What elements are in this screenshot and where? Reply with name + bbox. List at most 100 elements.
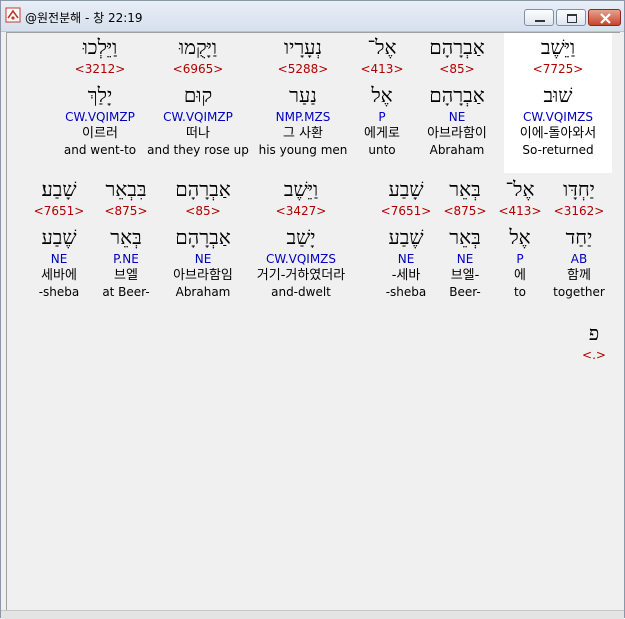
- word-cell[interactable]: נְעָרָיו <5288> נַעַר NMP.MZS 그 사환 his y…: [255, 33, 351, 158]
- title-bar[interactable]: @원전분해 - 창 22:19: [1, 1, 624, 32]
- parsing-code: NE: [397, 252, 415, 266]
- hebrew-word: בִּבְאֵר: [105, 177, 147, 201]
- parsing-code: CW.VQIMZS: [265, 252, 337, 266]
- word-cell[interactable]: וַיֵּשֶׁב <3427> יָשַׁב CW.VQIMZS 거기-거하였…: [229, 175, 373, 300]
- english-gloss: to: [513, 285, 527, 299]
- english-gloss: Beer-: [449, 285, 481, 299]
- strong-number[interactable]: <3212>: [57, 61, 143, 77]
- hebrew-word: נְעָרָיו: [283, 35, 322, 59]
- parsing-code: NMP.MZS: [275, 110, 331, 124]
- parsing-code: CW.VQIMZP: [65, 110, 135, 124]
- hebrew-word: וַיֵּלְכוּ: [82, 35, 118, 59]
- parsing-code: NE: [50, 252, 68, 266]
- lemma: אֶל: [509, 225, 531, 249]
- korean-gloss: 함께: [567, 268, 591, 283]
- lemma: אַבְרָהָם: [429, 83, 485, 107]
- parsing-code: P: [378, 110, 386, 124]
- parsing-code: AB: [570, 252, 588, 266]
- strong-number[interactable]: <3162>: [547, 203, 611, 219]
- lemma: קוּם: [183, 83, 213, 107]
- hebrew-word: וַיָּקֻמוּ: [178, 35, 218, 59]
- parsing-code: NE: [194, 252, 212, 266]
- hebrew-word: אֶל־: [367, 35, 397, 59]
- hebrew-word: פ: [588, 321, 600, 345]
- word-cell[interactable]: אֶל־ <413> אֶל P 에게로 unto: [357, 33, 407, 158]
- strong-number[interactable]: <875>: [93, 203, 159, 219]
- word-cell[interactable]: וַיֵּשֶׁב <7725> שׁוּב CW.VQIMZS 이에-돌아와서…: [504, 33, 612, 173]
- hebrew-word: וַיֵּשֶׁב: [283, 177, 319, 201]
- hebrew-word: שָׁבַע׃: [41, 177, 77, 201]
- english-gloss: his young men: [258, 143, 348, 157]
- parsing-code: CW.VQIMZP: [163, 110, 233, 124]
- hebrew-word: יַחְדָּו: [563, 177, 595, 201]
- strong-number[interactable]: <.>: [577, 347, 611, 363]
- strong-number[interactable]: <7651>: [377, 203, 435, 219]
- english-gloss: and-dwelt: [271, 285, 331, 299]
- hebrew-word: בְּאֵר: [449, 177, 481, 201]
- hebrew-word: אַבְרָהָם: [175, 177, 231, 201]
- korean-gloss: 에게로: [364, 126, 400, 141]
- parsing-code: CW.VQIMZS: [522, 110, 594, 124]
- word-cell[interactable]: אַבְרָהָם <85> אַבְרָהָם NE 아브라함이 Abraha…: [417, 33, 497, 158]
- strong-number[interactable]: <7725>: [504, 61, 612, 77]
- paragraph-marker[interactable]: פ <.>: [577, 319, 611, 363]
- strong-number[interactable]: <7651>: [27, 203, 91, 219]
- close-button[interactable]: [588, 9, 621, 26]
- strong-number[interactable]: <3427>: [229, 203, 373, 219]
- window-title: @원전분해 - 창 22:19: [25, 11, 143, 25]
- english-gloss: Abraham: [429, 143, 485, 157]
- hebrew-word: אַבְרָהָם: [429, 35, 485, 59]
- english-gloss: So-returned: [522, 143, 594, 157]
- word-cell[interactable]: שָׁבַע <7651> שֶׁבַע NE -세바 -sheba: [377, 175, 435, 300]
- lemma: יָלַךְ: [87, 83, 113, 107]
- minimize-button[interactable]: [524, 9, 554, 26]
- hebrew-word: אֶל־: [505, 177, 535, 201]
- lemma: שֶׁבַע: [41, 225, 77, 249]
- word-cell[interactable]: יַחְדָּו <3162> יַחַד AB 함께 together: [547, 175, 611, 300]
- hebrew-word: שָׁבַע: [388, 177, 424, 201]
- korean-gloss: 브엘-: [450, 268, 480, 283]
- strong-number[interactable]: <85>: [161, 203, 245, 219]
- strong-number[interactable]: <5288>: [255, 61, 351, 77]
- korean-gloss: 아브라함임: [173, 268, 233, 283]
- maximize-button[interactable]: [556, 9, 586, 26]
- app-icon: [5, 7, 21, 23]
- english-gloss: -sheba: [38, 285, 80, 299]
- english-gloss: and went-to: [63, 143, 137, 157]
- korean-gloss: 아브라함이: [427, 126, 487, 141]
- word-cell[interactable]: בִּבְאֵר <875> בְּאֵר P.NE 브엘 at Beer-: [93, 175, 159, 300]
- korean-gloss: 세바에: [41, 268, 77, 283]
- lemma: יָשַׁב: [286, 225, 316, 249]
- parsing-code: NE: [456, 252, 474, 266]
- strong-number[interactable]: <413>: [357, 61, 407, 77]
- lemma: נַעַר: [289, 83, 317, 107]
- word-cell[interactable]: אַבְרָהָם <85> אַבְרָהָם NE 아브라함임 Abraha…: [161, 175, 245, 300]
- hebrew-word: וַיֵּשֶׁב: [540, 35, 576, 59]
- lemma: אֶל: [371, 83, 393, 107]
- english-gloss: and they rose up: [147, 143, 249, 157]
- close-icon: [600, 13, 611, 24]
- maximize-icon: [567, 14, 577, 23]
- korean-gloss: 이에-돌아와서: [519, 126, 597, 141]
- english-gloss: at Beer-: [102, 285, 150, 299]
- word-cell[interactable]: וַיָּקֻמוּ <6965> קוּם CW.VQIMZP 떠나 and …: [145, 33, 251, 158]
- english-gloss: unto: [368, 143, 396, 157]
- korean-gloss: -세바: [391, 268, 421, 283]
- strong-number[interactable]: <6965>: [145, 61, 251, 77]
- korean-gloss: 에: [514, 268, 526, 283]
- lemma: שׁוּב: [543, 83, 573, 107]
- lemma: בְּאֵר: [110, 225, 142, 249]
- strong-number[interactable]: <875>: [437, 203, 493, 219]
- korean-gloss: 브엘: [114, 268, 138, 283]
- word-cell[interactable]: וַיֵּלְכוּ <3212> יָלַךְ CW.VQIMZP 이르러 a…: [57, 33, 143, 158]
- english-gloss: together: [553, 285, 605, 299]
- strong-number[interactable]: <85>: [417, 61, 497, 77]
- lemma: בְּאֵר: [449, 225, 481, 249]
- word-cell[interactable]: אֶל־ <413> אֶל P 에 to: [495, 175, 545, 300]
- parsing-code: P: [516, 252, 524, 266]
- word-cell[interactable]: שָׁבַע׃ <7651> שֶׁבַע NE 세바에 -sheba: [27, 175, 91, 300]
- strong-number[interactable]: <413>: [495, 203, 545, 219]
- interlinear-view[interactable]: וַיֵּשֶׁב <7725> שׁוּב CW.VQIMZS 이에-돌아와서…: [6, 32, 620, 611]
- word-cell[interactable]: בְּאֵר <875> בְּאֵר NE 브엘- Beer-: [437, 175, 493, 300]
- app-window: @원전분해 - 창 22:19 וַיֵּשֶׁב <7725> שׁוּב C…: [0, 0, 625, 619]
